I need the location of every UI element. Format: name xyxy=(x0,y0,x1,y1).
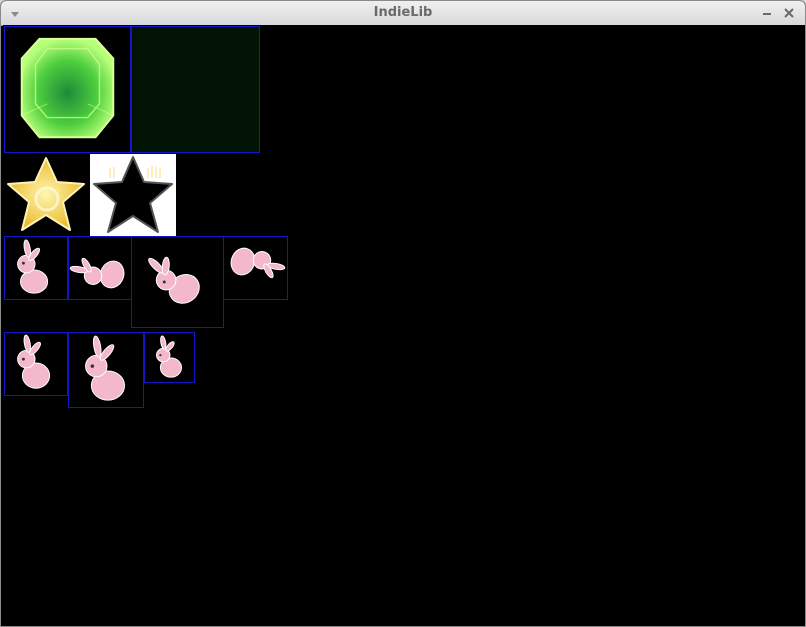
rabbit-sprite xyxy=(68,332,144,408)
rabbit-sprite xyxy=(4,236,68,300)
dark-green-tile-sprite xyxy=(131,26,260,153)
black-star-icon xyxy=(93,156,173,233)
pink-rabbit-icon xyxy=(17,334,51,389)
window-title: IndieLib xyxy=(373,5,433,20)
rabbit-sprite xyxy=(4,332,68,396)
render-canvas xyxy=(3,25,805,626)
pink-rabbit-icon xyxy=(69,257,125,289)
rabbit-sprite xyxy=(144,332,195,383)
minimize-icon[interactable] xyxy=(761,7,773,19)
pink-rabbit-icon xyxy=(85,335,125,401)
rabbit-sprite xyxy=(68,236,132,300)
yellow-star-sprite xyxy=(4,154,89,236)
rabbit-sprite xyxy=(131,236,224,328)
indielib-window: IndieLib xyxy=(0,0,806,627)
green-gem-sprite xyxy=(4,26,131,153)
close-icon[interactable] xyxy=(783,7,795,19)
pink-rabbit-icon xyxy=(230,247,286,279)
pink-rabbit-icon xyxy=(148,256,200,304)
yellow-star-icon xyxy=(7,157,85,231)
title-bar[interactable]: IndieLib xyxy=(1,1,805,26)
rabbit-sprite xyxy=(223,236,288,300)
green-gem-icon xyxy=(20,37,115,139)
pink-rabbit-icon xyxy=(156,335,182,378)
black-star-on-white-sprite xyxy=(90,154,176,236)
pink-rabbit-icon xyxy=(17,239,49,294)
